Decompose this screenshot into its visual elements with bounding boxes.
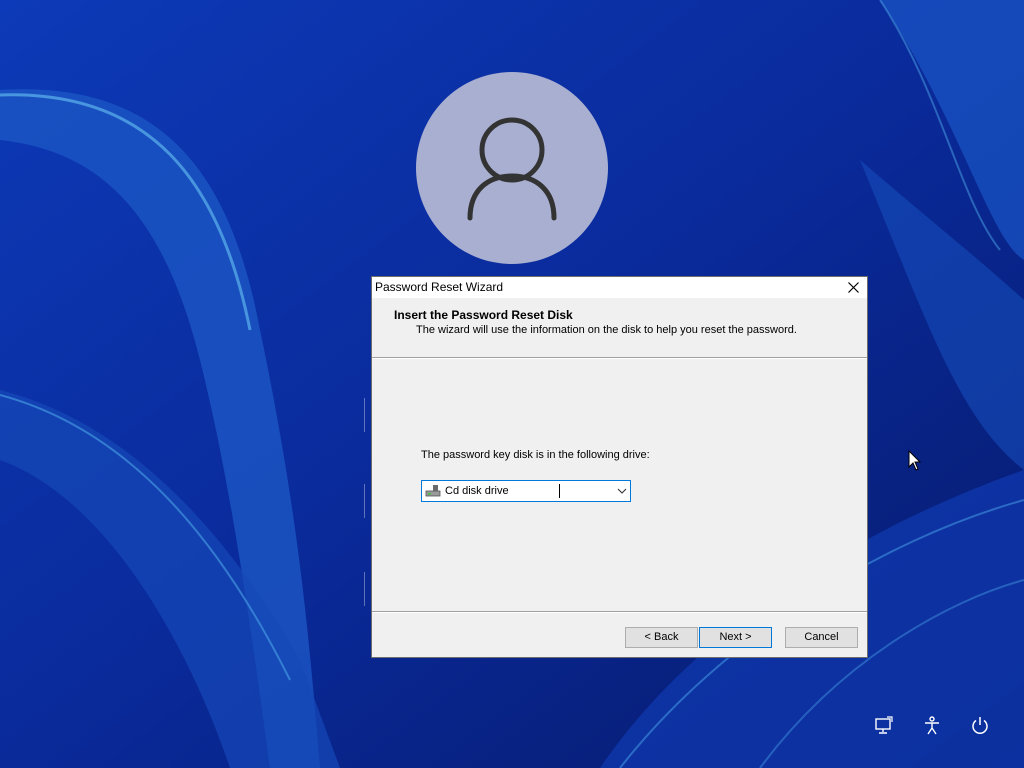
drive-icon xyxy=(425,485,441,497)
wizard-header-title: Insert the Password Reset Disk xyxy=(394,308,573,322)
password-reset-wizard-dialog: Password Reset Wizard Insert the Passwor… xyxy=(371,276,868,658)
cancel-button[interactable]: Cancel xyxy=(785,627,858,648)
hidden-field-edge xyxy=(364,484,371,518)
drive-select-value: Cd disk drive xyxy=(445,485,509,497)
dialog-titlebar: Password Reset Wizard xyxy=(372,277,867,298)
user-avatar xyxy=(416,72,608,264)
hidden-field-edge xyxy=(364,398,371,432)
drive-prompt-label: The password key disk is in the followin… xyxy=(421,449,650,461)
divider xyxy=(372,612,867,613)
close-icon xyxy=(848,282,859,293)
mouse-cursor-icon xyxy=(908,450,922,471)
user-icon xyxy=(467,117,557,221)
chevron-down-icon[interactable] xyxy=(617,487,627,495)
hidden-field-edge xyxy=(364,572,371,606)
back-button[interactable]: < Back xyxy=(625,627,698,648)
drive-select[interactable]: Cd disk drive xyxy=(421,480,631,502)
dialog-title: Password Reset Wizard xyxy=(375,280,504,294)
accessibility-icon[interactable] xyxy=(922,716,942,736)
divider xyxy=(372,358,867,359)
wizard-header-subtitle: The wizard will use the information on t… xyxy=(416,324,797,336)
next-button[interactable]: Next > xyxy=(699,627,772,648)
network-icon[interactable] xyxy=(874,716,894,736)
power-icon[interactable] xyxy=(970,716,990,736)
close-button[interactable] xyxy=(841,277,867,298)
wizard-header: Insert the Password Reset Disk The wizar… xyxy=(372,298,867,357)
text-caret xyxy=(559,484,560,498)
